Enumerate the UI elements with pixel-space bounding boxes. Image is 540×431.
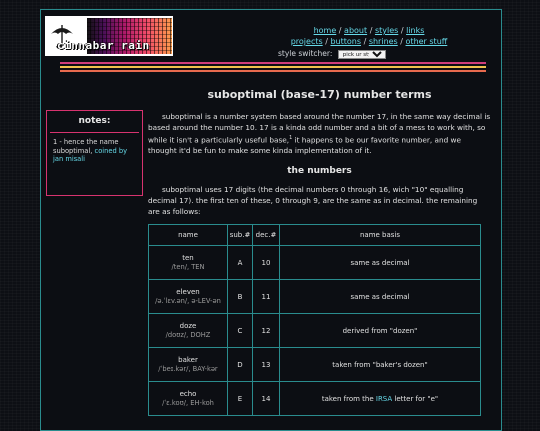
number-ipa: /doʊz/, DOHZ [165,330,211,339]
site-nav: home / about / styles / links projects /… [264,25,474,47]
nav-link-home[interactable]: home [314,26,337,35]
number-name: doze [179,321,197,330]
numbers-table: name sub.# dec.# name basis ten/ten/, TE… [148,224,481,417]
cell-sub: A [227,245,253,281]
cell-name: baker/ˈbeɪ.kər/, BAY-kər [148,347,228,383]
nav-separator: / [325,37,328,46]
nav-separator: / [363,37,367,46]
cell-name: doze/doʊz/, DOHZ [148,313,228,349]
header-sub: sub.# [227,224,253,247]
cell-dec: 11 [252,279,280,315]
nav-link-shrines[interactable]: shrines [369,37,398,46]
nav-separator: / [400,37,403,46]
basis-text-pre: taken from the [321,394,376,403]
notes-divider [50,132,139,133]
number-name: baker [178,355,198,364]
header-dec: dec.# [252,224,280,247]
notes-heading: notes: [78,116,111,126]
header-name: name [148,224,228,247]
nav-link-about[interactable]: about [344,26,367,35]
table-row: echo/ˈɛ.koʊ/, EH-koh E 14 taken from the… [148,381,481,417]
number-ipa: /ˈɛ.koʊ/, EH-koh [162,398,214,407]
page-title: suboptimal (base-17) number terms [207,88,432,101]
style-switcher-label: style switcher: [278,49,333,58]
site-logo[interactable]: cinnabar rain [45,16,173,56]
table-row: ten/ten/, TEN A 10 same as decimal [148,245,481,281]
cell-basis: derived from "dozen" [279,313,481,349]
cell-dec: 12 [252,313,280,349]
header-basis: name basis [279,224,481,247]
style-switcher-select[interactable]: pick ur style... [337,50,386,59]
nav-link-buttons[interactable]: buttons [330,37,361,46]
stripe-orange [60,70,486,72]
header-stripes [60,62,486,74]
logo-text: cinnabar rain [57,39,150,52]
cell-sub: C [227,313,253,349]
nav-row-1: home / about / styles / links [264,25,474,36]
cell-sub: B [227,279,253,315]
irsa-link[interactable]: IRSA [376,395,392,403]
notes-text: 1 - hence the name suboptimal, coined by… [53,138,136,164]
nav-separator: / [338,26,342,35]
nav-row-2: projects / buttons / shrines / other stu… [264,36,474,47]
cell-dec: 13 [252,347,280,383]
notes-box: notes: 1 - hence the name suboptimal, co… [46,110,143,196]
table-header-row: name sub.# dec.# name basis [148,224,481,247]
table-row: doze/doʊz/, DOHZ C 12 derived from "doze… [148,313,481,349]
style-switcher: style switcher: pick ur style... [278,49,386,59]
main-content: suboptimal (base-17) number terms subopt… [148,88,491,417]
number-ipa: /ə.ˈlɛv.ən/, ə-LEV-ən [155,296,221,305]
cell-dec: 10 [252,245,280,281]
cell-sub: D [227,347,253,383]
cell-basis: same as decimal [279,279,481,315]
nav-link-projects[interactable]: projects [291,37,323,46]
nav-separator: / [369,26,373,35]
cell-dec: 14 [252,381,280,417]
table-row: eleven/ə.ˈlɛv.ən/, ə-LEV-ən B 11 same as… [148,279,481,315]
cell-basis: taken from the IRSA letter for "e" [279,381,481,417]
number-name: ten [182,253,194,262]
intro-paragraph: suboptimal is a number system based arou… [148,111,491,156]
stripe-yellow [60,66,486,68]
stripe-pink [60,62,486,64]
cell-name: ten/ten/, TEN [148,245,228,281]
number-name: eleven [176,287,200,296]
basis-text-post: letter for "e" [392,394,439,403]
numbers-paragraph: suboptimal uses 17 digits (the decimal n… [148,185,478,217]
nav-separator: / [400,26,404,35]
cell-name: eleven/ə.ˈlɛv.ən/, ə-LEV-ən [148,279,228,315]
number-ipa: /ˈbeɪ.kər/, BAY-kər [158,364,218,373]
cell-basis: same as decimal [279,245,481,281]
number-ipa: /ten/, TEN [171,262,205,271]
section-heading: the numbers [287,166,352,177]
cell-sub: E [227,381,253,417]
cell-name: echo/ˈɛ.koʊ/, EH-koh [148,381,228,417]
nav-link-other-stuff[interactable]: other stuff [406,37,448,46]
nav-link-styles[interactable]: styles [375,26,398,35]
nav-link-links[interactable]: links [406,26,424,35]
table-row: baker/ˈbeɪ.kər/, BAY-kər D 13 taken from… [148,347,481,383]
number-name: echo [179,389,197,398]
cell-basis: taken from "baker's dozen" [279,347,481,383]
